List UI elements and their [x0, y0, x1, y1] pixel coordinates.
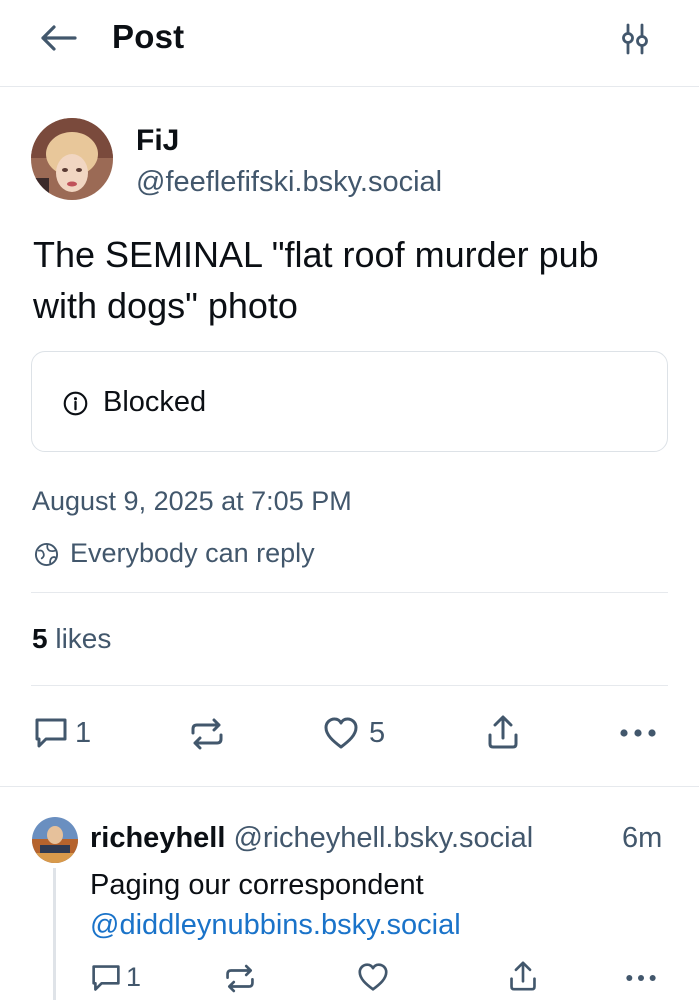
reply-button[interactable]: 1 — [33, 716, 91, 750]
heart-icon — [324, 717, 358, 749]
likes-count: 5 — [32, 623, 48, 654]
divider — [31, 685, 668, 686]
repost-icon — [191, 718, 223, 750]
reply-author-avatar[interactable] — [32, 817, 78, 863]
like-count: 5 — [369, 716, 386, 749]
ellipsis-icon — [626, 975, 656, 981]
reply-share-button[interactable] — [508, 960, 538, 992]
reply-author-line: richeyhell @richeyhell.bsky.social — [90, 822, 533, 855]
section-separator — [0, 786, 699, 787]
divider — [31, 592, 668, 593]
thread-settings-button[interactable] — [612, 18, 658, 60]
blocked-embed[interactable]: Blocked — [31, 351, 668, 452]
post-text: The SEMINAL "flat roof murder pub with d… — [33, 234, 599, 326]
info-icon — [63, 391, 88, 416]
post-timestamp: August 9, 2025 at 7:05 PM — [32, 486, 352, 516]
like-button[interactable]: 5 — [323, 716, 385, 750]
reply-count: 1 — [75, 716, 92, 749]
speech-bubble-icon — [35, 718, 67, 748]
sliders-icon — [622, 23, 648, 55]
author-handle[interactable]: @feeflefifski.bsky.social — [136, 166, 442, 199]
reply-settings-label[interactable]: Everybody can reply — [70, 538, 315, 569]
reply-author-name[interactable]: richeyhell — [90, 822, 225, 854]
reply-author-handle[interactable]: @richeyhell.bsky.social — [233, 822, 533, 854]
top-bar: Post — [0, 0, 699, 87]
reply-repost-button[interactable] — [224, 964, 256, 993]
reply-like-button[interactable] — [357, 962, 389, 992]
reply-mention-link[interactable]: @diddleynubbins.bsky.social — [90, 906, 461, 945]
page-title: Post — [112, 18, 185, 55]
author-avatar[interactable] — [31, 118, 113, 200]
reply-reply-button[interactable]: 1 — [90, 962, 141, 993]
back-button[interactable] — [36, 20, 80, 56]
more-options-button[interactable] — [619, 727, 657, 739]
share-button[interactable] — [486, 714, 520, 750]
heart-icon — [358, 963, 388, 991]
speech-bubble-icon — [92, 964, 120, 991]
blocked-label: Blocked — [103, 386, 207, 418]
reply-reply-count: 1 — [126, 962, 142, 992]
reply-time: 6m — [622, 822, 663, 854]
likes-summary[interactable]: 5 likes — [32, 623, 111, 655]
repost-icon — [226, 964, 254, 993]
globe-icon — [34, 542, 59, 567]
thread-line — [53, 868, 56, 1000]
ellipsis-icon — [620, 729, 656, 737]
repost-button[interactable] — [189, 718, 225, 750]
reply-more-options-button[interactable] — [624, 973, 658, 983]
likes-label: likes — [55, 623, 112, 654]
reply-text: Paging our correspondent — [90, 869, 424, 901]
share-icon — [488, 715, 518, 749]
arrow-left-icon — [41, 25, 77, 51]
author-name[interactable]: FiJ — [136, 124, 179, 158]
share-icon — [510, 961, 536, 991]
